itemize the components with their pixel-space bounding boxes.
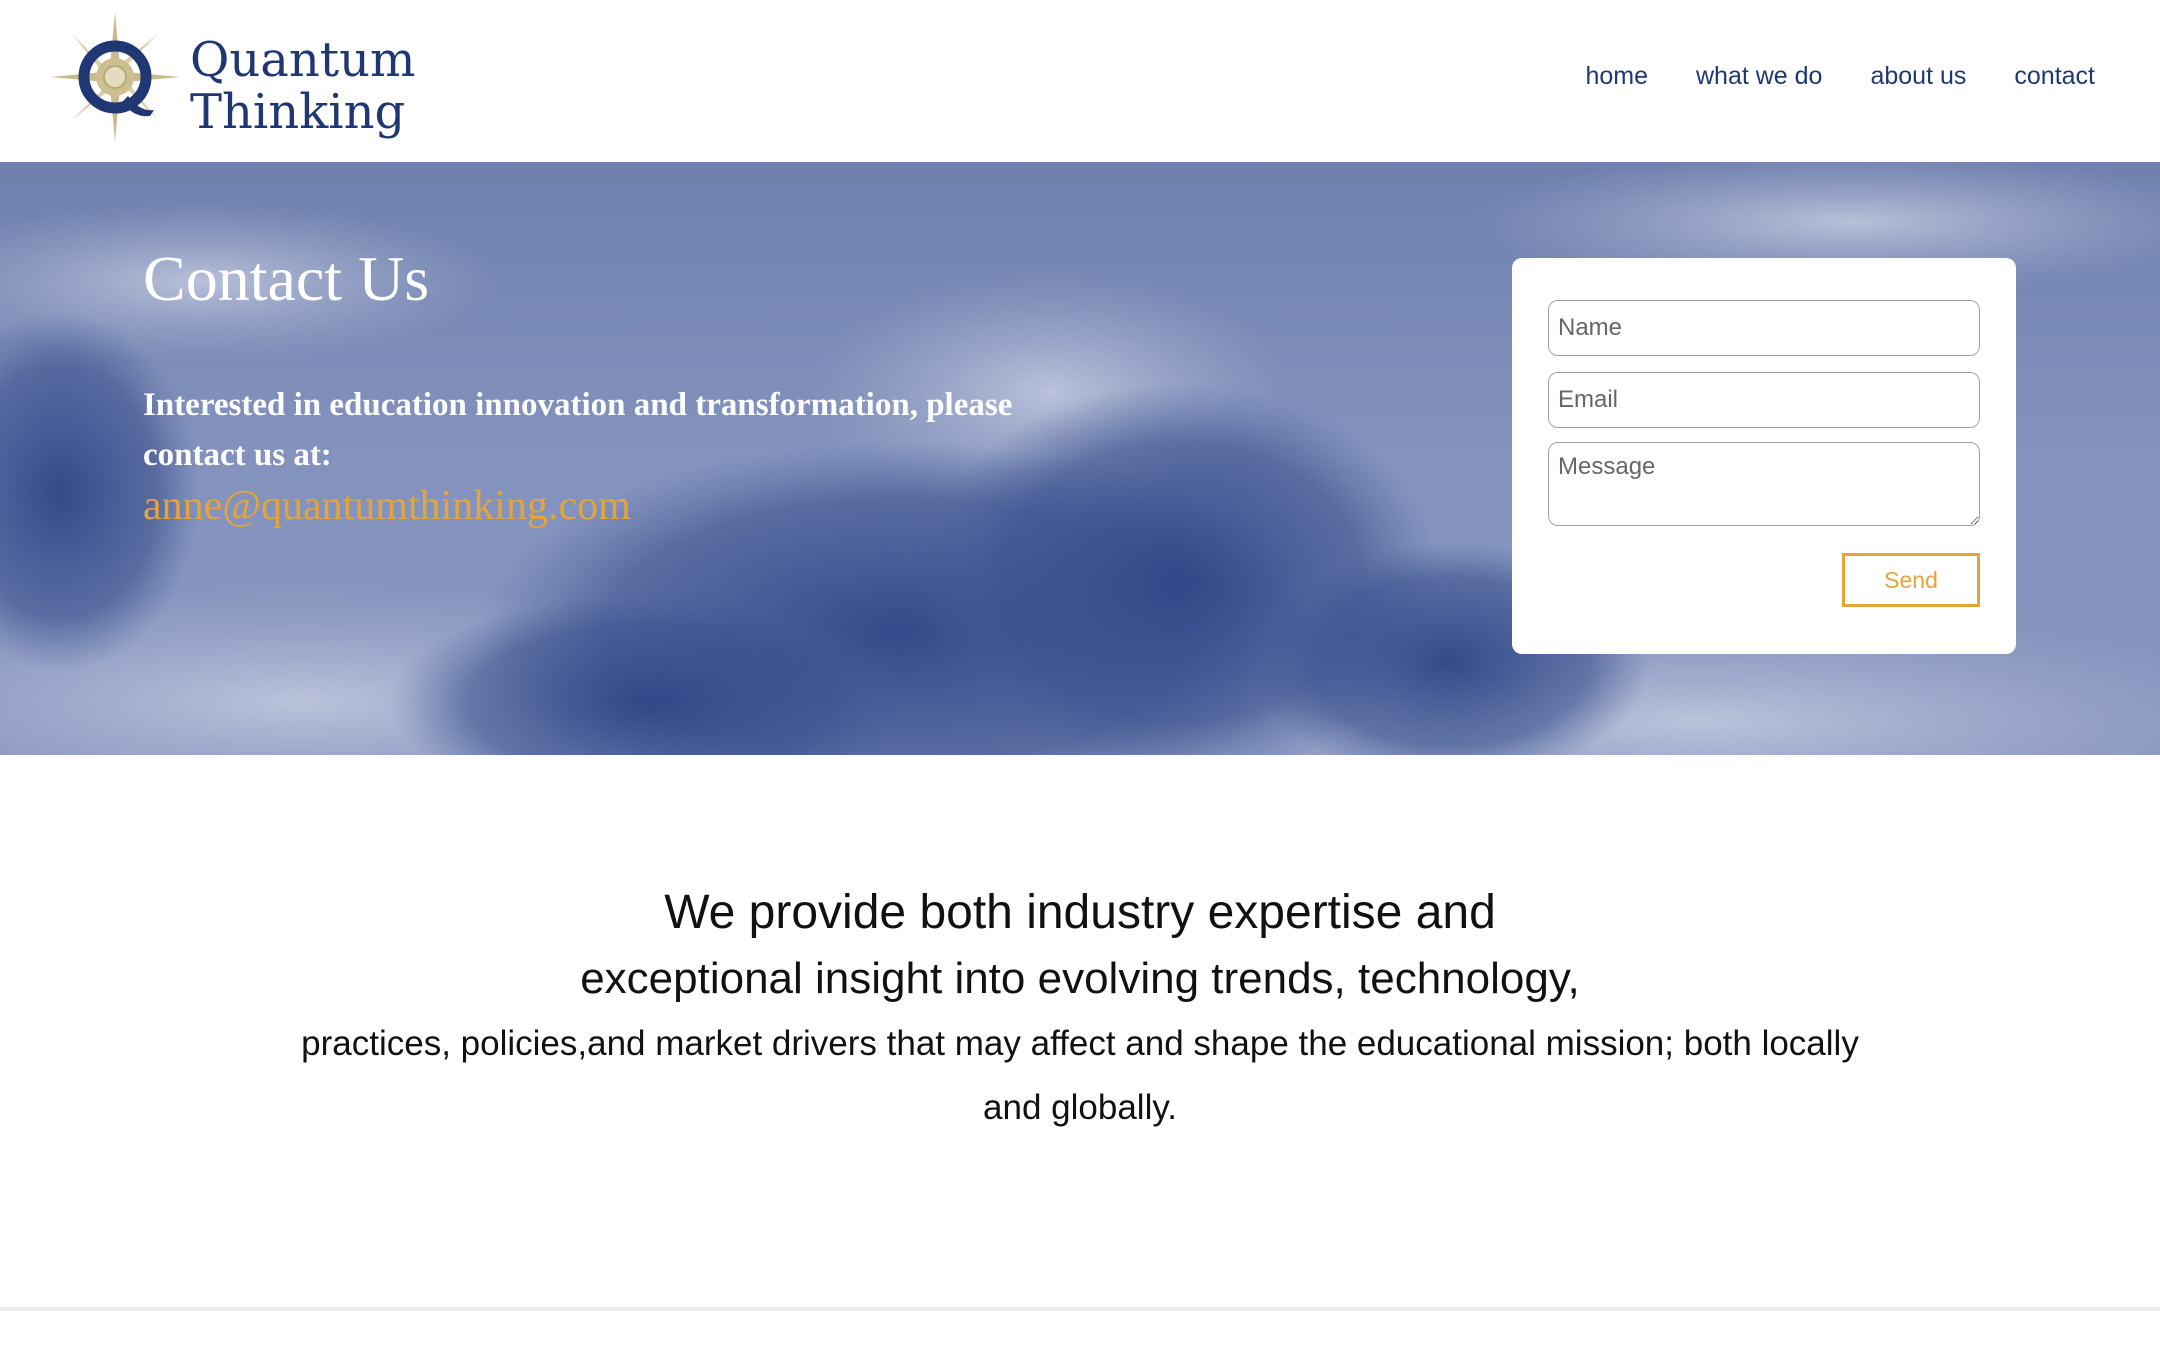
nav-link-home[interactable]: home <box>1585 62 1648 91</box>
brand-name-line1: Quantum <box>190 32 416 88</box>
contact-form: Send <box>1512 258 2016 654</box>
nav-link-what-we-do[interactable]: what we do <box>1696 62 1822 91</box>
page-title: Contact Us <box>143 243 430 314</box>
mission-statement: We provide both industry expertise and e… <box>0 880 2160 1140</box>
site-header: Quantum Thinking home what we do about u… <box>0 0 2160 162</box>
brand-name: Quantum Thinking <box>190 34 416 138</box>
contact-hero: Contact Us Interested in education innov… <box>0 162 2160 755</box>
hero-intro-text: Interested in education innovation and t… <box>143 387 1013 473</box>
mission-line-2: exceptional insight into evolving trends… <box>580 954 1580 1003</box>
brand-logo[interactable]: Quantum Thinking <box>50 12 416 152</box>
nav-link-about-us[interactable]: about us <box>1870 62 1966 91</box>
compass-q-icon <box>50 12 180 142</box>
mission-line-1: We provide both industry expertise and <box>664 886 1496 939</box>
contact-email-link[interactable]: anne@quantumthinking.com <box>143 482 631 530</box>
mission-line-3: practices, policies,and market drivers t… <box>301 1024 1859 1127</box>
message-textarea[interactable] <box>1548 442 1980 526</box>
main-nav: home what we do about us contact <box>1585 62 2095 91</box>
footer-divider <box>0 1307 2160 1311</box>
brand-name-line2: Thinking <box>190 84 406 140</box>
name-input[interactable] <box>1548 300 1980 356</box>
email-input[interactable] <box>1548 372 1980 428</box>
send-button[interactable]: Send <box>1842 553 1980 607</box>
nav-link-contact[interactable]: contact <box>2014 62 2095 91</box>
